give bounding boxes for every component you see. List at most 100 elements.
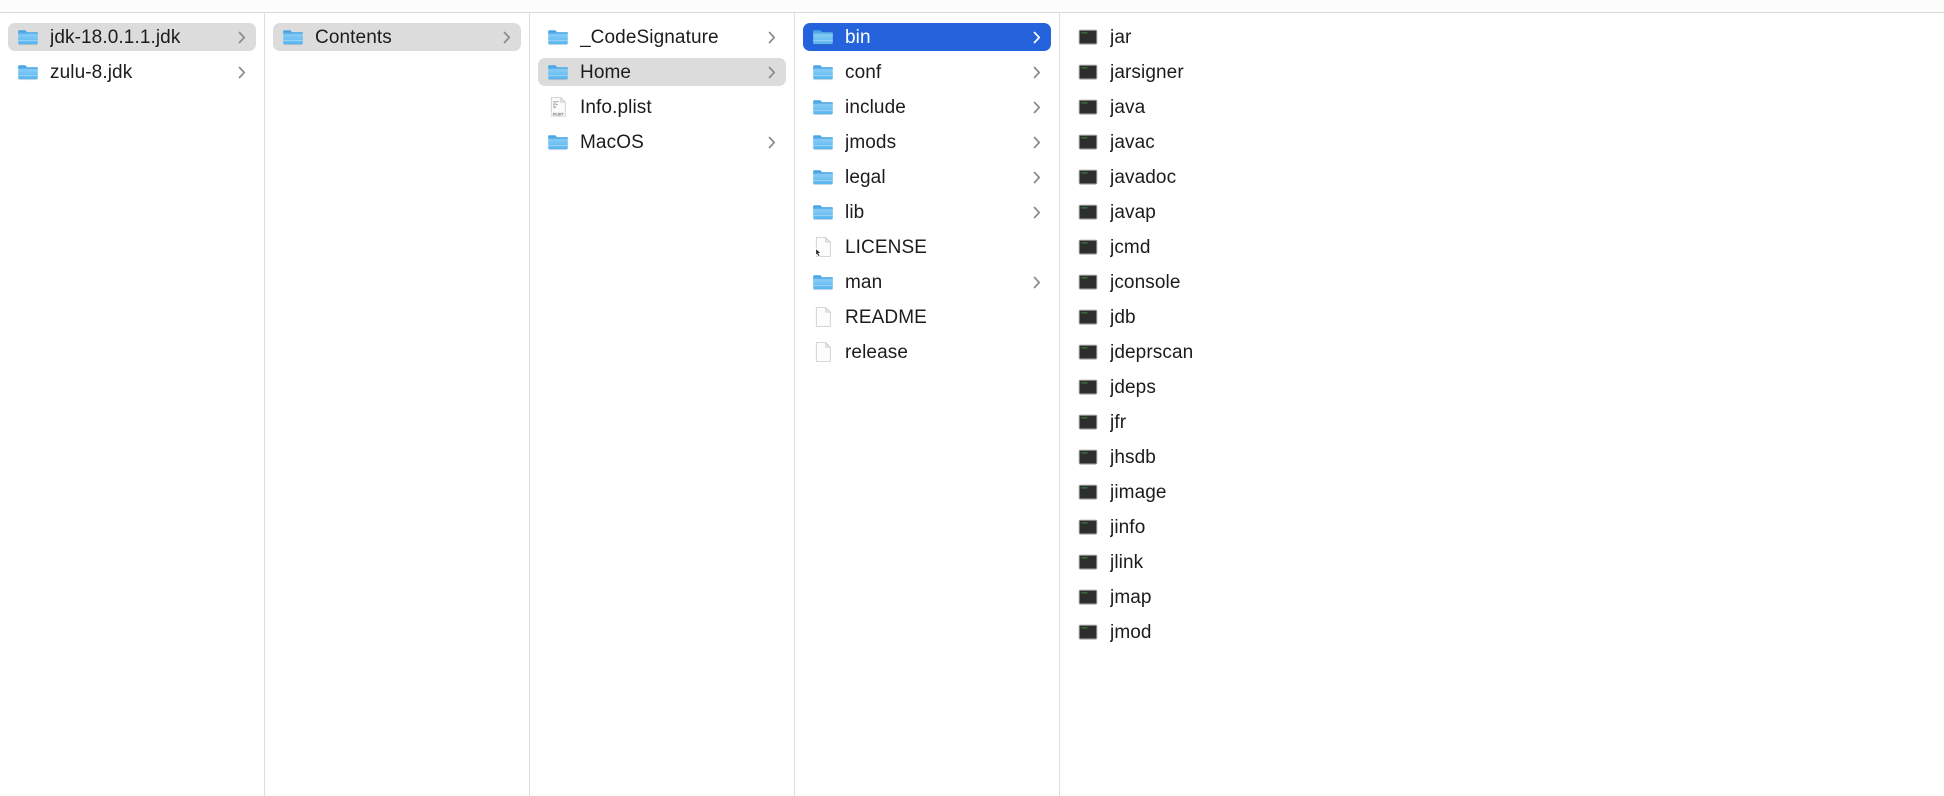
chevron-right-icon[interactable] (1030, 29, 1043, 45)
folder-icon (812, 26, 834, 48)
list-item[interactable]: zulu-8.jdk (8, 58, 256, 86)
unix-executable-icon (1077, 271, 1099, 293)
list-item-label: jfr (1110, 411, 1127, 433)
list-item-label: jinfo (1110, 516, 1146, 538)
unix-executable-icon (1077, 446, 1099, 468)
list-item[interactable]: include (803, 93, 1051, 121)
column-java-virtual-machines[interactable]: jdk-18.0.1.1.jdk zulu-8.jdk (0, 13, 265, 796)
list-item-label: jar (1110, 26, 1132, 48)
folder-icon (547, 131, 569, 153)
chevron-right-icon[interactable] (235, 29, 248, 45)
chevron-right-icon[interactable] (765, 134, 778, 150)
list-item-label: jlink (1110, 551, 1144, 573)
folder-icon (812, 201, 834, 223)
list-item-label: javac (1110, 131, 1155, 153)
list-item[interactable]: jdeps (1068, 373, 1888, 401)
list-item[interactable]: Contents (273, 23, 521, 51)
list-item-label: jimage (1110, 481, 1167, 503)
list-item-label: jmods (845, 131, 897, 153)
list-item[interactable]: jfr (1068, 408, 1888, 436)
chevron-right-icon[interactable] (1030, 204, 1043, 220)
folder-icon (812, 166, 834, 188)
column-bin[interactable]: jar jarsigner java javac javadoc javap jcmd jco… (1060, 13, 1896, 796)
list-item[interactable]: README (803, 303, 1051, 331)
list-item[interactable]: javadoc (1068, 163, 1888, 191)
list-item-label: jarsigner (1110, 61, 1184, 83)
column-home[interactable]: bin conf include jmods legal lib LICENSE man REA… (795, 13, 1060, 796)
chevron-right-icon[interactable] (235, 64, 248, 80)
list-item[interactable]: jdk-18.0.1.1.jdk (8, 23, 256, 51)
list-item-label: jdeprscan (1110, 341, 1194, 363)
list-item[interactable]: PLIST Info.plist (538, 93, 786, 121)
chevron-right-icon[interactable] (1030, 134, 1043, 150)
list-item[interactable]: jconsole (1068, 268, 1888, 296)
list-item[interactable]: MacOS (538, 128, 786, 156)
list-item[interactable]: jdb (1068, 303, 1888, 331)
chevron-right-icon[interactable] (765, 29, 778, 45)
list-item[interactable]: javac (1068, 128, 1888, 156)
plist-file-icon: PLIST (547, 96, 569, 118)
list-item-label: jdb (1110, 306, 1136, 328)
alias-file-icon (812, 236, 834, 258)
list-item[interactable]: java (1068, 93, 1888, 121)
list-item[interactable]: release (803, 338, 1051, 366)
folder-icon (547, 26, 569, 48)
list-item[interactable]: jmods (803, 128, 1051, 156)
list-item-label: jhsdb (1110, 446, 1156, 468)
list-item-label: release (845, 341, 909, 363)
list-item[interactable]: jdeprscan (1068, 338, 1888, 366)
unix-executable-icon (1077, 306, 1099, 328)
chevron-right-icon[interactable] (765, 64, 778, 80)
folder-icon (812, 61, 834, 83)
column-jdk-bundle[interactable]: Contents (265, 13, 530, 796)
list-item[interactable]: man (803, 268, 1051, 296)
list-item[interactable]: conf (803, 58, 1051, 86)
list-item-label: README (845, 306, 927, 328)
list-item-label: bin (845, 26, 871, 48)
folder-icon (812, 131, 834, 153)
unix-executable-icon (1077, 61, 1099, 83)
list-item-label: legal (845, 166, 886, 188)
column-contents[interactable]: _CodeSignature Home PLIST Info.plist MacOS (530, 13, 795, 796)
folder-icon (812, 96, 834, 118)
unix-executable-icon (1077, 411, 1099, 433)
list-item[interactable]: LICENSE (803, 233, 1051, 261)
toolbar-strip (0, 0, 1944, 13)
chevron-right-icon[interactable] (1030, 99, 1043, 115)
unix-executable-icon (1077, 236, 1099, 258)
list-item-label: _CodeSignature (580, 26, 719, 48)
empty-preview-column (1896, 13, 1944, 796)
list-item[interactable]: jcmd (1068, 233, 1888, 261)
list-item[interactable]: jinfo (1068, 513, 1888, 541)
chevron-right-icon[interactable] (1030, 169, 1043, 185)
list-item[interactable]: _CodeSignature (538, 23, 786, 51)
list-item-label: jconsole (1110, 271, 1181, 293)
chevron-right-icon[interactable] (1030, 274, 1043, 290)
list-item-label: LICENSE (845, 236, 928, 258)
list-item[interactable]: javap (1068, 198, 1888, 226)
list-item[interactable]: jlink (1068, 548, 1888, 576)
list-item-label: jdk-18.0.1.1.jdk (50, 26, 181, 48)
unix-executable-icon (1077, 131, 1099, 153)
folder-icon (812, 271, 834, 293)
chevron-right-icon[interactable] (500, 29, 513, 45)
list-item[interactable]: jhsdb (1068, 443, 1888, 471)
chevron-right-icon[interactable] (1030, 64, 1043, 80)
list-item[interactable]: jmod (1068, 618, 1888, 646)
svg-text:PLIST: PLIST (553, 113, 564, 117)
list-item[interactable]: jimage (1068, 478, 1888, 506)
unix-executable-icon (1077, 586, 1099, 608)
unix-executable-icon (1077, 551, 1099, 573)
unix-executable-icon (1077, 341, 1099, 363)
unix-executable-icon (1077, 166, 1099, 188)
list-item[interactable]: lib (803, 198, 1051, 226)
list-item[interactable]: jmap (1068, 583, 1888, 611)
list-item-label: MacOS (580, 131, 644, 153)
list-item[interactable]: bin (803, 23, 1051, 51)
blank-file-icon (812, 341, 834, 363)
list-item[interactable]: jar (1068, 23, 1888, 51)
list-item[interactable]: jarsigner (1068, 58, 1888, 86)
list-item[interactable]: legal (803, 163, 1051, 191)
list-item[interactable]: Home (538, 58, 786, 86)
list-item-label: man (845, 271, 883, 293)
